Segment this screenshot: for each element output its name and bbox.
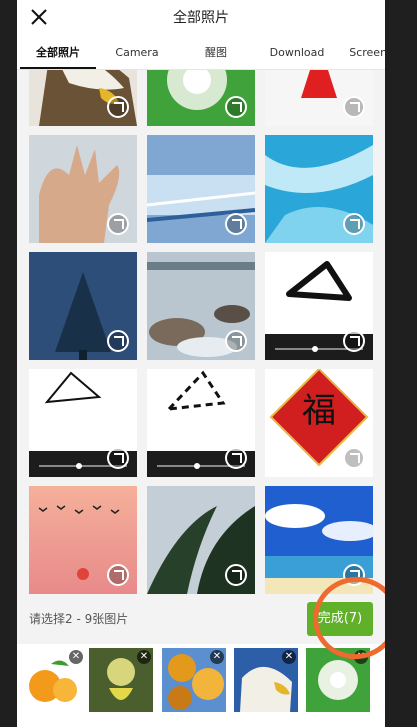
- screenshot-triangle[interactable]: [265, 252, 373, 360]
- expand-icon[interactable]: [343, 213, 365, 235]
- selected-photos-tray: ✕ ✕ ✕ ✕ ✕: [17, 644, 385, 727]
- expand-icon[interactable]: [225, 447, 247, 469]
- screenshot-triangle-dashed[interactable]: [147, 369, 255, 477]
- header: 全部照片: [17, 0, 385, 36]
- selected-thumb[interactable]: ✕: [162, 648, 226, 712]
- photo-red-shape[interactable]: [265, 70, 373, 126]
- photo-misty-rocks[interactable]: [147, 252, 255, 360]
- photo-eagle[interactable]: [29, 70, 137, 126]
- expand-icon[interactable]: [107, 447, 129, 469]
- photo-grid: 福: [17, 70, 385, 594]
- screenshot-triangle-thin[interactable]: [29, 369, 137, 477]
- selected-thumb[interactable]: ✕: [89, 648, 153, 712]
- remove-icon[interactable]: ✕: [210, 650, 224, 664]
- photo-hand[interactable]: [29, 135, 137, 243]
- right-dark-margin: [385, 0, 417, 727]
- selection-hint: 请选择2 - 9张图片: [29, 612, 129, 626]
- expand-icon[interactable]: [225, 213, 247, 235]
- expand-icon[interactable]: [107, 330, 129, 352]
- tab-download[interactable]: Download: [267, 36, 327, 69]
- expand-icon[interactable]: [343, 330, 365, 352]
- selected-thumb[interactable]: ✕: [21, 648, 85, 712]
- photo-pine-tree[interactable]: [29, 252, 137, 360]
- close-button[interactable]: [27, 5, 51, 29]
- photo-birds-sunset[interactable]: [29, 486, 137, 594]
- left-dark-margin: [0, 0, 17, 727]
- remove-icon[interactable]: ✕: [69, 650, 83, 664]
- page-title: 全部照片: [173, 10, 229, 26]
- tab-xingtu[interactable]: 醒图: [192, 36, 240, 69]
- album-tabs: 全部照片 Camera 醒图 Download Screens: [17, 36, 385, 70]
- expand-icon[interactable]: [225, 564, 247, 586]
- expand-icon[interactable]: [343, 96, 365, 118]
- photo-blue-blur[interactable]: [147, 135, 255, 243]
- photo-dandelion[interactable]: [147, 70, 255, 126]
- tab-screenshots[interactable]: Screens: [343, 36, 385, 69]
- selected-thumb[interactable]: ✕: [234, 648, 298, 712]
- expand-icon[interactable]: [107, 96, 129, 118]
- close-icon: [31, 9, 47, 25]
- remove-icon[interactable]: ✕: [137, 650, 151, 664]
- expand-icon[interactable]: [107, 213, 129, 235]
- expand-icon[interactable]: [225, 330, 247, 352]
- tab-camera[interactable]: Camera: [107, 36, 167, 69]
- expand-icon[interactable]: [343, 447, 365, 469]
- photo-ice-water[interactable]: [265, 135, 373, 243]
- photo-palm-leaves[interactable]: [147, 486, 255, 594]
- photo-picker: 全部照片 全部照片 Camera 醒图 Download Screens: [17, 0, 385, 727]
- photo-fu-card[interactable]: 福: [265, 369, 373, 477]
- tab-all-photos[interactable]: 全部照片: [20, 36, 96, 69]
- remove-icon[interactable]: ✕: [282, 650, 296, 664]
- expand-icon[interactable]: [107, 564, 129, 586]
- fu-character: 福: [302, 391, 336, 431]
- expand-icon[interactable]: [225, 96, 247, 118]
